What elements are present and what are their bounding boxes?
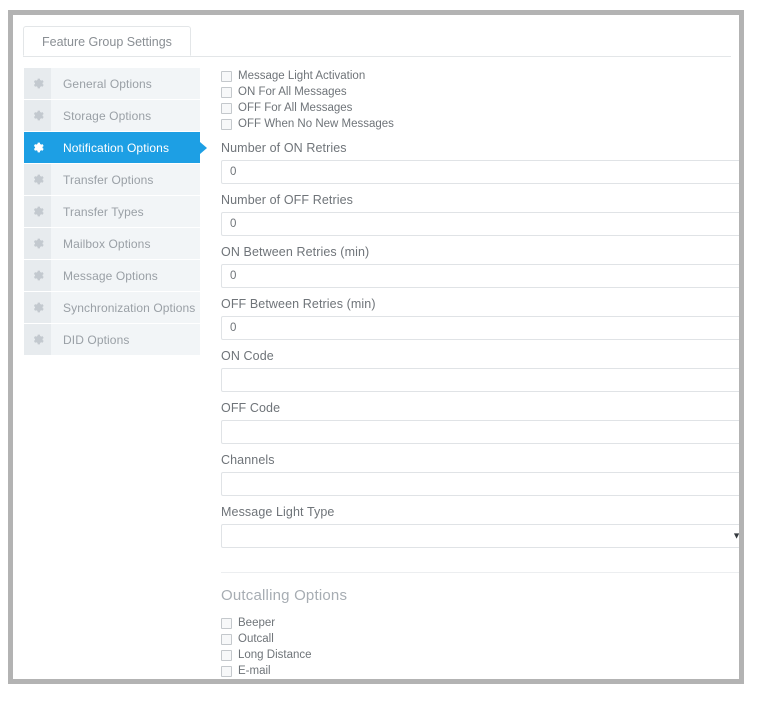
outcalling-checkbox-group: Beeper Outcall Long Distance E-mail [221,615,739,679]
checkbox-row-outcall[interactable]: Outcall [221,631,739,647]
message-light-checkbox-group: Message Light Activation ON For All Mess… [221,68,739,132]
checkbox-email[interactable] [221,665,232,677]
input-number-of-on-retries[interactable] [221,160,739,184]
checkbox-message-light-activation[interactable] [221,70,232,82]
sidebar-item-transfer-options[interactable]: Transfer Options [24,164,200,196]
checkbox-row-long-distance[interactable]: Long Distance [221,647,739,663]
sidebar-item-label: Transfer Types [63,204,144,219]
field-number-of-off-retries: Number of OFF Retries [221,193,739,236]
checkbox-row-beeper[interactable]: Beeper [221,615,739,631]
tab-feature-group-settings[interactable]: Feature Group Settings [23,26,191,56]
checkbox-row-message-light-activation[interactable]: Message Light Activation [221,68,739,84]
checkbox-row-off-for-all-messages[interactable]: OFF For All Messages [221,100,739,116]
input-number-of-off-retries[interactable] [221,212,739,236]
gear-icon [24,228,51,259]
field-number-of-on-retries: Number of ON Retries [221,141,739,184]
application-window: Feature Group Settings General Options S… [8,10,744,684]
gear-icon [24,100,51,131]
section-divider [221,572,739,573]
checkbox-row-email[interactable]: E-mail [221,663,739,679]
tab-label: Feature Group Settings [42,35,172,49]
outcalling-options-title: Outcalling Options [221,587,348,604]
checkbox-label: Beeper [238,617,276,629]
sidebar-item-did-options[interactable]: DID Options [24,324,200,356]
checkbox-outcall[interactable] [221,633,232,645]
field-label: OFF Between Retries (min) [221,297,376,311]
input-on-code[interactable] [221,368,739,392]
checkbox-label: ON For All Messages [238,86,347,98]
sidebar-item-storage-options[interactable]: Storage Options [24,100,200,132]
notification-options-form: Message Light Activation ON For All Mess… [221,68,739,679]
sidebar-item-synchronization-options[interactable]: Synchronization Options [24,292,200,324]
field-label: Message Light Type [221,505,335,519]
checkbox-off-for-all-messages[interactable] [221,102,232,114]
sidebar-item-label: Notification Options [63,140,170,155]
field-label: Channels [221,453,275,467]
sidebar-item-label: DID Options [63,332,130,347]
application-content: Feature Group Settings General Options S… [13,15,739,679]
checkbox-label: OFF For All Messages [238,102,353,114]
checkbox-label: Outcall [238,633,274,645]
sidebar-item-label: Mailbox Options [63,236,151,251]
gear-icon [24,324,51,355]
input-on-between-retries[interactable] [221,264,739,288]
sidebar-item-label: General Options [63,76,152,91]
checkbox-label: OFF When No New Messages [238,118,394,130]
gear-icon [24,68,51,99]
sidebar-item-label: Storage Options [63,108,152,123]
checkbox-beeper[interactable] [221,617,232,629]
select-wrapper: ▼ [221,524,739,548]
checkbox-label: Long Distance [238,649,312,661]
settings-sidebar: General Options Storage Options Notifica… [24,68,200,356]
gear-icon [24,196,51,227]
gear-icon [24,164,51,195]
tab-bar: Feature Group Settings [23,26,731,57]
gear-icon [24,292,51,323]
input-off-between-retries[interactable] [221,316,739,340]
field-label: ON Between Retries (min) [221,245,370,259]
field-message-light-type: Message Light Type ▼ [221,505,739,548]
checkbox-row-on-for-all-messages[interactable]: ON For All Messages [221,84,739,100]
checkbox-row-off-when-no-new-messages[interactable]: OFF When No New Messages [221,116,739,132]
gear-icon [24,132,51,163]
gear-icon [24,260,51,291]
field-label: ON Code [221,349,274,363]
sidebar-item-notification-options[interactable]: Notification Options [24,132,200,164]
input-channels[interactable] [221,472,739,496]
sidebar-item-label: Message Options [63,268,158,283]
sidebar-item-message-options[interactable]: Message Options [24,260,200,292]
checkbox-label: Message Light Activation [238,70,366,82]
checkbox-off-when-no-new-messages[interactable] [221,118,232,130]
field-on-between-retries: ON Between Retries (min) [221,245,739,288]
field-label: Number of ON Retries [221,141,347,155]
input-off-code[interactable] [221,420,739,444]
field-on-code: ON Code [221,349,739,392]
sidebar-item-label: Transfer Options [63,172,154,187]
sidebar-item-transfer-types[interactable]: Transfer Types [24,196,200,228]
sidebar-item-mailbox-options[interactable]: Mailbox Options [24,228,200,260]
checkbox-long-distance[interactable] [221,649,232,661]
select-message-light-type[interactable] [221,524,739,548]
sidebar-item-label: Synchronization Options [63,300,196,315]
field-off-code: OFF Code [221,401,739,444]
field-channels: Channels [221,453,739,496]
field-label: OFF Code [221,401,281,415]
checkbox-on-for-all-messages[interactable] [221,86,232,98]
checkbox-label: E-mail [238,665,271,677]
sidebar-item-general-options[interactable]: General Options [24,68,200,100]
field-label: Number of OFF Retries [221,193,353,207]
field-off-between-retries: OFF Between Retries (min) [221,297,739,340]
